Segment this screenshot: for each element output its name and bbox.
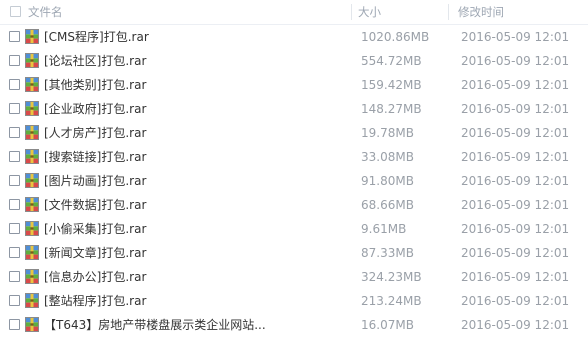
file-name[interactable]: [新闻文章]打包.rar — [44, 241, 146, 265]
file-name[interactable]: [其他类别]打包.rar — [44, 73, 146, 97]
column-header-name[interactable]: 文件名 — [28, 0, 63, 24]
file-modified-time: 2016-05-09 12:01 — [461, 174, 570, 188]
row-checkbox[interactable] — [9, 271, 20, 282]
file-name[interactable]: [文件数据]打包.rar — [44, 193, 146, 217]
rar-archive-icon — [25, 101, 39, 116]
file-size: 9.61MB — [361, 222, 407, 236]
row-checkbox[interactable] — [9, 295, 20, 306]
file-row[interactable]: [文件数据]打包.rar 68.66MB 2016-05-09 12:01 — [0, 193, 588, 217]
row-checkbox[interactable] — [9, 79, 20, 90]
rar-archive-icon — [25, 149, 39, 164]
row-checkbox[interactable] — [9, 103, 20, 114]
file-size: 68.66MB — [361, 198, 414, 212]
file-modified-time: 2016-05-09 12:01 — [461, 102, 570, 116]
row-checkbox[interactable] — [9, 223, 20, 234]
file-modified-time: 2016-05-09 12:01 — [461, 246, 570, 260]
file-size: 1020.86MB — [361, 30, 430, 44]
file-row[interactable]: [新闻文章]打包.rar 87.33MB 2016-05-09 12:01 — [0, 241, 588, 265]
file-row[interactable]: [小偷采集]打包.rar 9.61MB 2016-05-09 12:01 — [0, 217, 588, 241]
file-modified-time: 2016-05-09 12:01 — [461, 294, 570, 308]
row-checkbox[interactable] — [9, 55, 20, 66]
file-name[interactable]: [论坛社区]打包.rar — [44, 49, 146, 73]
file-size: 213.24MB — [361, 294, 422, 308]
rar-archive-icon — [25, 269, 39, 284]
file-row[interactable]: [人才房产]打包.rar 19.78MB 2016-05-09 12:01 — [0, 121, 588, 145]
rar-archive-icon — [25, 221, 39, 236]
rar-archive-icon — [25, 173, 39, 188]
row-checkbox[interactable] — [9, 127, 20, 138]
file-size: 324.23MB — [361, 270, 422, 284]
column-divider[interactable] — [448, 4, 449, 20]
row-checkbox[interactable] — [9, 319, 20, 330]
file-name[interactable]: 【T643】房地产带楼盘展示类企业网站... — [44, 313, 266, 337]
file-list-header: 文件名 大小 修改时间 — [0, 0, 588, 25]
file-modified-time: 2016-05-09 12:01 — [461, 270, 570, 284]
file-size: 87.33MB — [361, 246, 414, 260]
select-all-checkbox[interactable] — [10, 6, 21, 17]
file-name[interactable]: [CMS程序]打包.rar — [44, 25, 149, 49]
rar-archive-icon — [25, 29, 39, 44]
row-checkbox[interactable] — [9, 151, 20, 162]
file-row[interactable]: [其他类别]打包.rar 159.42MB 2016-05-09 12:01 — [0, 73, 588, 97]
column-header-modified[interactable]: 修改时间 — [458, 0, 504, 24]
rar-archive-icon — [25, 53, 39, 68]
file-modified-time: 2016-05-09 12:01 — [461, 198, 570, 212]
file-row[interactable]: [搜索链接]打包.rar 33.08MB 2016-05-09 12:01 — [0, 145, 588, 169]
rar-archive-icon — [25, 317, 39, 332]
file-modified-time: 2016-05-09 12:01 — [461, 318, 570, 332]
rar-archive-icon — [25, 77, 39, 92]
file-name[interactable]: [人才房产]打包.rar — [44, 121, 146, 145]
rar-archive-icon — [25, 293, 39, 308]
file-row[interactable]: [图片动画]打包.rar 91.80MB 2016-05-09 12:01 — [0, 169, 588, 193]
rar-archive-icon — [25, 245, 39, 260]
file-size: 148.27MB — [361, 102, 422, 116]
file-row[interactable]: [整站程序]打包.rar 213.24MB 2016-05-09 12:01 — [0, 289, 588, 313]
file-name[interactable]: [整站程序]打包.rar — [44, 289, 146, 313]
file-row[interactable]: 【T643】房地产带楼盘展示类企业网站... 16.07MB 2016-05-09 … — [0, 313, 588, 337]
file-size: 19.78MB — [361, 126, 414, 140]
file-row[interactable]: [企业政府]打包.rar 148.27MB 2016-05-09 12:01 — [0, 97, 588, 121]
file-modified-time: 2016-05-09 12:01 — [461, 54, 570, 68]
rar-archive-icon — [25, 125, 39, 140]
column-divider[interactable] — [351, 4, 352, 20]
file-size: 159.42MB — [361, 78, 422, 92]
file-size: 33.08MB — [361, 150, 414, 164]
file-name[interactable]: [企业政府]打包.rar — [44, 97, 146, 121]
row-checkbox[interactable] — [9, 175, 20, 186]
file-name[interactable]: [图片动画]打包.rar — [44, 169, 146, 193]
row-checkbox[interactable] — [9, 31, 20, 42]
row-checkbox[interactable] — [9, 247, 20, 258]
column-header-size[interactable]: 大小 — [358, 0, 381, 24]
file-size: 554.72MB — [361, 54, 422, 68]
file-row[interactable]: [CMS程序]打包.rar 1020.86MB 2016-05-09 12:01 — [0, 25, 588, 49]
file-size: 91.80MB — [361, 174, 414, 188]
file-modified-time: 2016-05-09 12:01 — [461, 30, 570, 44]
file-name[interactable]: [搜索链接]打包.rar — [44, 145, 146, 169]
file-size: 16.07MB — [361, 318, 414, 332]
file-modified-time: 2016-05-09 12:01 — [461, 150, 570, 164]
row-checkbox[interactable] — [9, 199, 20, 210]
file-name[interactable]: [信息办公]打包.rar — [44, 265, 146, 289]
file-row[interactable]: [论坛社区]打包.rar 554.72MB 2016-05-09 12:01 — [0, 49, 588, 73]
rar-archive-icon — [25, 197, 39, 212]
file-modified-time: 2016-05-09 12:01 — [461, 222, 570, 236]
file-row[interactable]: [信息办公]打包.rar 324.23MB 2016-05-09 12:01 — [0, 265, 588, 289]
file-modified-time: 2016-05-09 12:01 — [461, 78, 570, 92]
file-name[interactable]: [小偷采集]打包.rar — [44, 217, 146, 241]
file-modified-time: 2016-05-09 12:01 — [461, 126, 570, 140]
